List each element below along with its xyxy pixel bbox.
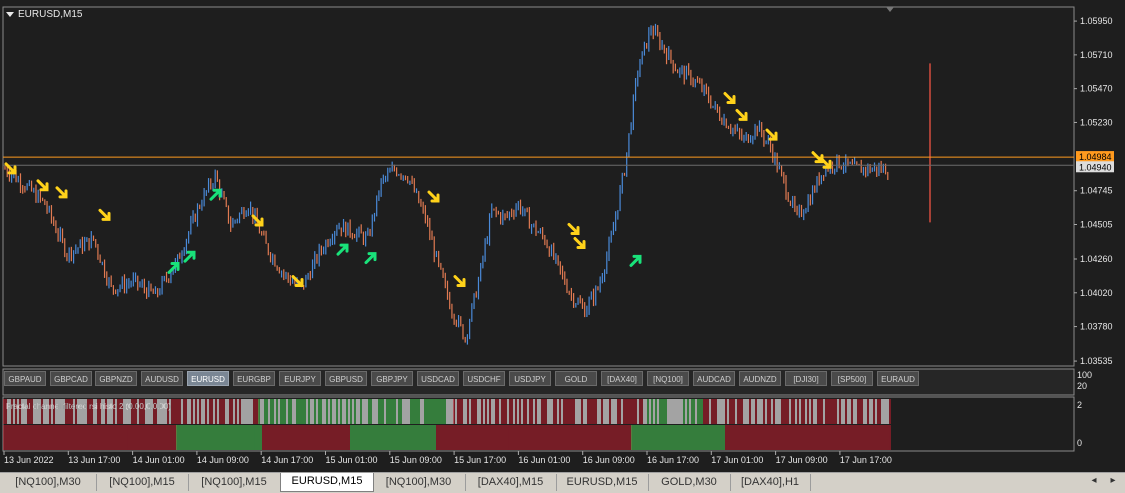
tab-scroll-left-icon[interactable]: ◂: [1088, 475, 1100, 486]
x-tick-label: 14 Jun 09:00: [197, 455, 249, 465]
arrow-shape: [36, 179, 49, 192]
y-tick-label: 1.05230: [1080, 117, 1113, 127]
x-tick-label: 17 Jun 09:00: [776, 455, 828, 465]
y-tick-label: 1.03780: [1080, 322, 1113, 332]
hist-tick: 0: [1077, 438, 1083, 448]
sell-arrow-icon: [735, 108, 748, 121]
x-tick-label: 16 Jun 09:00: [583, 455, 635, 465]
y-tick-label: 1.04260: [1080, 254, 1113, 264]
subwindow-tick: 100: [1077, 370, 1093, 380]
symbol-button-eurusd[interactable]: EURUSD: [187, 371, 229, 386]
symbol-button-eurjpy[interactable]: EURJPY: [279, 371, 321, 386]
x-tick-label: 15 Jun 17:00: [454, 455, 506, 465]
subwindow-tick: 20: [1077, 381, 1088, 391]
dropdown-arrow-icon[interactable]: [6, 12, 14, 17]
symbol-button-dax40[interactable]: [DAX40]: [601, 371, 643, 386]
x-tick-label: 14 Jun 01:00: [133, 455, 185, 465]
symbol-button-nq100[interactable]: [NQ100]: [647, 371, 689, 386]
symbol-button-sp500[interactable]: [SP500]: [831, 371, 873, 386]
chart-tab[interactable]: [NQ100],M15: [96, 474, 189, 491]
symbol-button-gbpcad[interactable]: GBPCAD: [50, 371, 92, 386]
y-tick-label: 1.04940: [1079, 162, 1112, 172]
chart-tab[interactable]: EURUSD,M15: [556, 474, 649, 491]
y-tick-label: 1.04020: [1080, 288, 1113, 298]
symbol-button-audnzd[interactable]: AUDNZD: [739, 371, 781, 386]
arrow-shape: [364, 252, 377, 265]
tab-scroll-right-icon[interactable]: ▸: [1107, 475, 1119, 486]
arrow-shape: [629, 254, 642, 267]
arrow-shape: [453, 275, 466, 288]
symbol-button-dji30[interactable]: [DJI30]: [785, 371, 827, 386]
hist-tick: 2: [1077, 400, 1083, 410]
y-tick-label: 1.04745: [1080, 186, 1113, 196]
arrow-shape: [209, 188, 222, 201]
chart-tab[interactable]: GOLD,M30: [648, 474, 731, 491]
chart-tab[interactable]: EURUSD,M15: [280, 473, 374, 492]
x-tick-label: 13 Jun 17:00: [68, 455, 120, 465]
buy-arrow-icon: [364, 252, 377, 265]
y-tick-label: 1.05950: [1080, 16, 1113, 26]
arrow-shape: [567, 222, 580, 235]
x-tick-label: 17 Jun 01:00: [711, 455, 763, 465]
y-tick-label: 1.05710: [1080, 50, 1113, 60]
chart-tab[interactable]: [NQ100],M30: [372, 474, 466, 491]
symbol-button-euraud[interactable]: EURAUD: [877, 371, 919, 386]
arrow-shape: [55, 186, 68, 199]
sell-arrow-icon: [36, 179, 49, 192]
symbol-button-audcad[interactable]: AUDCAD: [693, 371, 735, 386]
chart-tab[interactable]: [NQ100],M15: [188, 474, 281, 491]
sell-arrow-icon: [453, 275, 466, 288]
symbol-button-gold[interactable]: GOLD: [555, 371, 597, 386]
indicator-label: Fractal channel filtered rsi histo 2 (0.…: [6, 402, 171, 411]
y-tick-label: 1.03535: [1080, 356, 1113, 366]
chart-window[interactable]: 1.05950 1.05710 1.05470 1.05230 1.04984 1.049…: [0, 0, 1125, 472]
sell-arrow-icon: [98, 208, 111, 221]
x-tick-label: 13 Jun 2022: [4, 455, 54, 465]
symbol-button-gbpnzd[interactable]: GBPNZD: [95, 371, 137, 386]
sell-arrow-icon: [567, 222, 580, 235]
chart-title: EURUSD,M15: [18, 9, 83, 20]
chart-tab[interactable]: [DAX40],M15: [465, 474, 557, 491]
buy-arrow-icon: [209, 188, 222, 201]
symbol-button-gbpjpy[interactable]: GBPJPY: [371, 371, 413, 386]
x-tick-label: 14 Jun 17:00: [261, 455, 313, 465]
arrow-shape: [723, 92, 736, 105]
sell-arrow-icon: [573, 237, 586, 250]
arrow-shape: [427, 190, 440, 203]
chart-tab-bar: ◂ ▸ [NQ100],M30 [NQ100],M15 [NQ100],M15 EUR…: [0, 472, 1125, 493]
arrow-shape: [573, 237, 586, 250]
buy-arrow-icon: [629, 254, 642, 267]
x-tick-label: 16 Jun 17:00: [647, 455, 699, 465]
sell-arrow-icon: [55, 186, 68, 199]
sell-arrow-icon: [723, 92, 736, 105]
x-tick-label: 15 Jun 01:00: [326, 455, 378, 465]
y-tick-label: 1.05470: [1080, 84, 1113, 94]
arrow-shape: [98, 208, 111, 221]
symbol-button-audusd[interactable]: AUDUSD: [141, 371, 183, 386]
y-tick-label: 1.04984: [1079, 152, 1112, 162]
arrow-shape: [735, 108, 748, 121]
symbol-button-gbpaud[interactable]: GBPAUD: [4, 371, 46, 386]
y-tick-label: 1.04505: [1080, 220, 1113, 230]
chart-tab[interactable]: [NQ100],M30: [0, 474, 97, 491]
x-tick-label: 17 Jun 17:00: [840, 455, 892, 465]
x-tick-label: 16 Jun 01:00: [518, 455, 570, 465]
price-pane-frame: [2, 6, 1075, 367]
buy-arrow-icon: [336, 243, 349, 256]
shift-marker-icon[interactable]: [886, 7, 894, 12]
symbol-button-gbpusd[interactable]: GBPUSD: [325, 371, 367, 386]
x-tick-label: 15 Jun 09:00: [390, 455, 442, 465]
symbol-button-eurgbp[interactable]: EURGBP: [233, 371, 275, 386]
arrow-shape: [336, 243, 349, 256]
subwindow-scale: 100 20: [1077, 370, 1092, 392]
candles: [4, 23, 889, 345]
sell-arrow-icon: [427, 190, 440, 203]
symbol-button-usdcad[interactable]: USDCAD: [417, 371, 459, 386]
chart-tab[interactable]: [DAX40],H1: [730, 474, 811, 491]
symbol-button-usdchf[interactable]: USDCHF: [463, 371, 505, 386]
symbol-button-usdjpy[interactable]: USDJPY: [509, 371, 551, 386]
